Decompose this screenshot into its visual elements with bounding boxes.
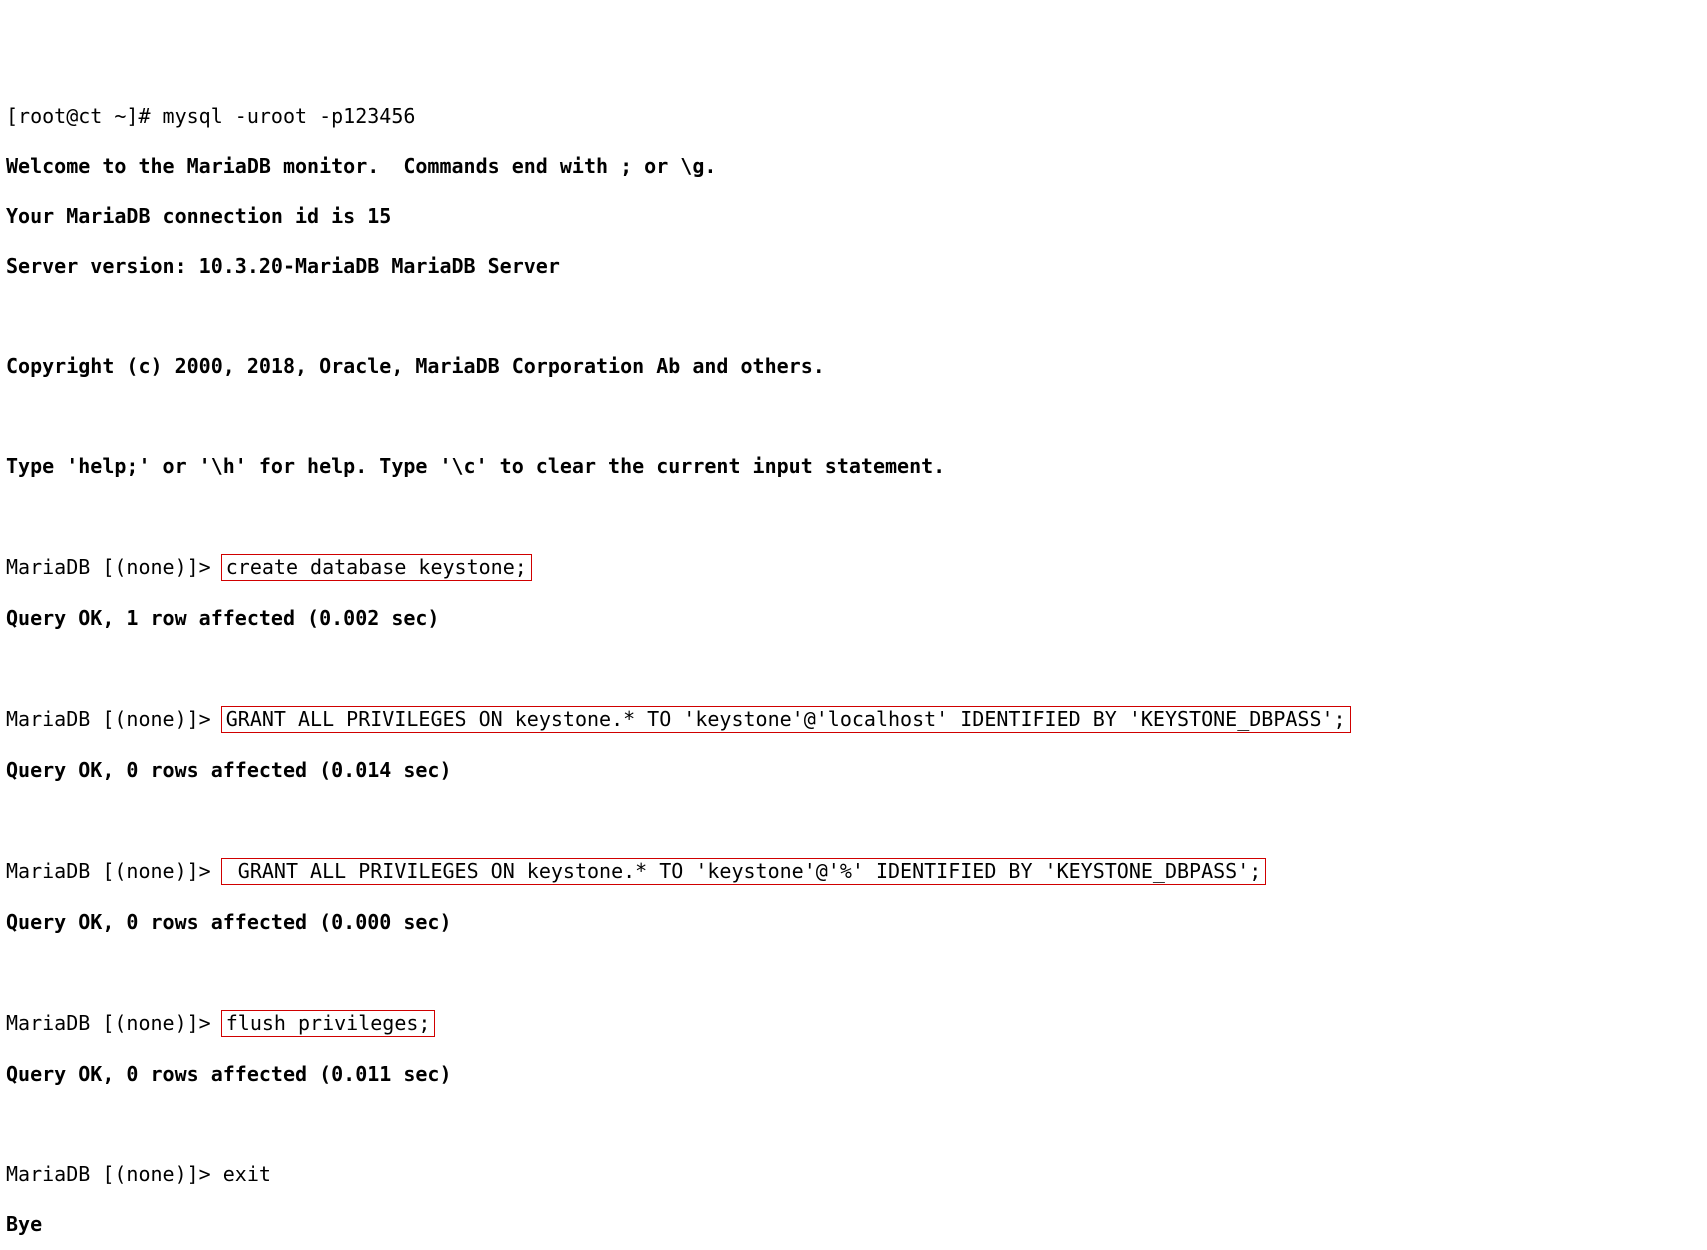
- sql-line-4: MariaDB [(none)]> flush privileges;: [6, 1010, 1701, 1037]
- blank-line: [6, 1112, 1701, 1137]
- blank-line: [6, 304, 1701, 329]
- sql-line-3: MariaDB [(none)]> GRANT ALL PRIVILEGES O…: [6, 858, 1701, 885]
- exit-line: MariaDB [(none)]> exit: [6, 1162, 1701, 1187]
- sql-line-2: MariaDB [(none)]> GRANT ALL PRIVILEGES O…: [6, 706, 1701, 733]
- blank-line: [6, 656, 1701, 681]
- shell-prompt: [root@ct ~]#: [6, 104, 163, 128]
- copyright-line: Copyright (c) 2000, 2018, Oracle, MariaD…: [6, 354, 1701, 379]
- welcome-line: Welcome to the MariaDB monitor. Commands…: [6, 154, 1701, 179]
- server-version-line: Server version: 10.3.20-MariaDB MariaDB …: [6, 254, 1701, 279]
- mariadb-prompt: MariaDB [(none)]>: [6, 707, 223, 731]
- sql-create-database: create database keystone;: [221, 554, 532, 581]
- connection-id-line: Your MariaDB connection id is 15: [6, 204, 1701, 229]
- mariadb-prompt: MariaDB [(none)]>: [6, 1162, 223, 1186]
- blank-line: [6, 960, 1701, 985]
- response-1: Query OK, 1 row affected (0.002 sec): [6, 606, 1701, 631]
- blank-line: [6, 808, 1701, 833]
- sql-flush-privileges: flush privileges;: [221, 1010, 436, 1037]
- help-line: Type 'help;' or '\h' for help. Type '\c'…: [6, 454, 1701, 479]
- response-2: Query OK, 0 rows affected (0.014 sec): [6, 758, 1701, 783]
- blank-line: [6, 504, 1701, 529]
- sql-grant-localhost: GRANT ALL PRIVILEGES ON keystone.* TO 'k…: [221, 706, 1351, 733]
- bye-line: Bye: [6, 1212, 1701, 1237]
- shell-prompt-line: [root@ct ~]# mysql -uroot -p123456: [6, 104, 1701, 129]
- mariadb-prompt: MariaDB [(none)]>: [6, 859, 223, 883]
- blank-line: [6, 404, 1701, 429]
- mysql-login-command: mysql -uroot -p123456: [163, 104, 416, 128]
- mariadb-prompt: MariaDB [(none)]>: [6, 1011, 223, 1035]
- sql-line-1: MariaDB [(none)]> create database keysto…: [6, 554, 1701, 581]
- sql-grant-allhosts: GRANT ALL PRIVILEGES ON keystone.* TO 'k…: [221, 858, 1267, 885]
- mariadb-prompt: MariaDB [(none)]>: [6, 555, 223, 579]
- response-4: Query OK, 0 rows affected (0.011 sec): [6, 1062, 1701, 1087]
- exit-command: exit: [223, 1162, 271, 1186]
- response-3: Query OK, 0 rows affected (0.000 sec): [6, 910, 1701, 935]
